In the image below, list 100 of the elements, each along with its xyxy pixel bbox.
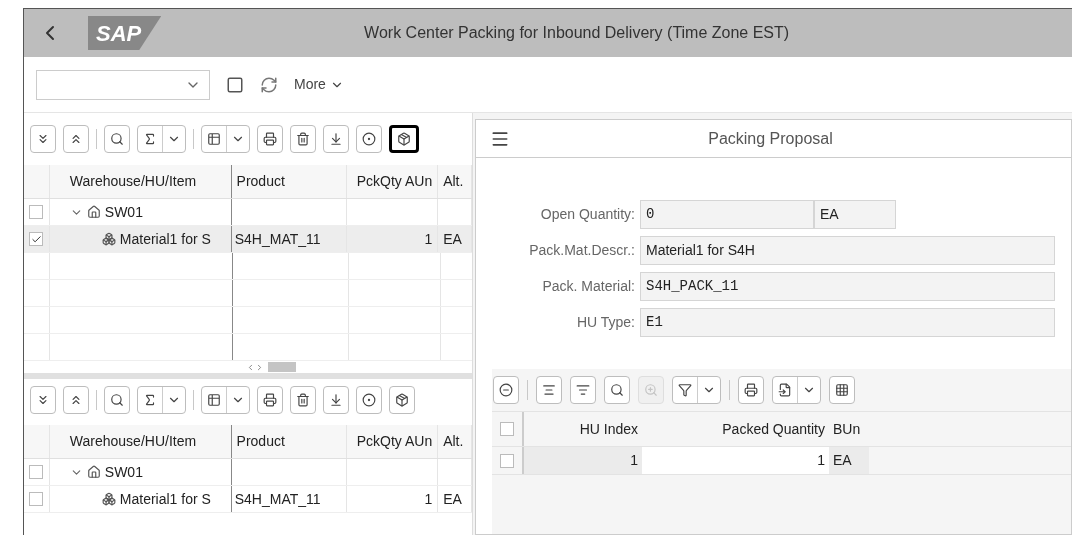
expand-all-icon (36, 393, 50, 407)
input-field[interactable]: S4H_PACK_11 (640, 272, 1055, 301)
toolbar-button[interactable] (829, 376, 855, 404)
column-header[interactable]: HU Index (524, 412, 642, 446)
refresh-icon[interactable] (260, 75, 278, 94)
filter-icon (678, 383, 692, 397)
arrow-down-icon (329, 393, 343, 407)
field-label: Pack. Material: (541, 277, 636, 296)
split-toolbar-button[interactable] (201, 386, 250, 414)
item-label: SW01 (104, 462, 143, 482)
window-title: Work Center Packing for Inbound Delivery (Time Zone EST) (363, 23, 791, 43)
toolbar-button[interactable] (389, 386, 415, 414)
item-label: Material1 for S (119, 229, 211, 249)
collapse-all-icon (69, 393, 83, 407)
minus-circle-icon (499, 383, 513, 397)
input-field[interactable]: 0 (640, 200, 814, 229)
print-icon (263, 393, 277, 407)
column-header[interactable]: Warehouse/HU/Item (49, 165, 232, 198)
sigma-icon (143, 132, 157, 146)
expand-all-icon (36, 132, 50, 146)
trash-icon (296, 393, 310, 407)
checkbox[interactable] (29, 205, 44, 219)
zoom-in-icon (644, 383, 658, 397)
toolbar-button[interactable] (290, 386, 316, 414)
check-icon (30, 233, 42, 245)
more-menu[interactable]: More (294, 74, 344, 95)
column-header[interactable]: Warehouse/HU/Item (49, 425, 232, 458)
panel-title: Packing Proposal (707, 128, 834, 149)
checkbox[interactable] (500, 422, 514, 436)
input-field[interactable]: E1 (640, 308, 1055, 337)
checkbox[interactable] (29, 465, 44, 479)
table-cell: EA (829, 447, 869, 474)
arrow-down-icon (329, 132, 343, 146)
search-icon (610, 383, 624, 397)
field-label: Pack.Mat.Descr.: (528, 241, 636, 260)
house-icon (86, 465, 101, 479)
toolbar-button[interactable] (356, 386, 382, 414)
table-cell-text: 1 (424, 489, 433, 509)
table-cell-text: 1 (424, 229, 433, 249)
table-row[interactable]: Material1 for S S4H_MAT_11 1 EA (24, 486, 472, 513)
align-center-icon (542, 383, 556, 397)
table-cell-text: EA (443, 489, 462, 509)
sigma-icon (143, 393, 157, 407)
column-header[interactable]: BUn (829, 412, 869, 446)
table-cell-text: S4H_MAT_11 (234, 229, 321, 249)
package-icon (397, 132, 411, 146)
checkbox[interactable] (500, 453, 514, 468)
column-header[interactable]: Alt. (438, 165, 472, 198)
toolbar-button[interactable] (257, 386, 283, 414)
print-icon (263, 132, 277, 146)
field-label: HU Type: (575, 313, 636, 332)
toolbar-button[interactable] (356, 125, 382, 153)
product-icon (101, 232, 116, 246)
toolbar-button[interactable] (389, 125, 419, 153)
house-icon (86, 205, 101, 219)
column-header[interactable]: Alt. (438, 425, 472, 458)
table-row[interactable]: SW01 (24, 199, 472, 226)
table-cell-text: S4H_MAT_11 (234, 489, 321, 509)
toolbar-button[interactable] (493, 376, 519, 404)
column-header[interactable]: Packed Quantity (642, 412, 829, 446)
split-toolbar-button[interactable] (201, 125, 250, 153)
table-settings-icon (207, 393, 221, 407)
scrollbar-thumb[interactable] (268, 362, 296, 372)
dropdown-field[interactable] (36, 69, 210, 100)
print-icon (744, 383, 758, 397)
package-icon (395, 393, 409, 407)
column-header[interactable]: Product (231, 425, 347, 458)
column-header[interactable]: PckQty AUn (346, 425, 439, 458)
search-icon (110, 132, 124, 146)
table-row[interactable]: Material1 for S S4H_MAT_11 1 EA (24, 226, 472, 253)
item-label: Material1 for S (119, 489, 211, 509)
split-toolbar-button[interactable] (772, 376, 821, 404)
product-icon (101, 492, 116, 506)
split-toolbar-button[interactable] (137, 386, 186, 414)
toolbar-button[interactable] (257, 125, 283, 153)
table-row[interactable]: SW01 (24, 459, 472, 486)
list-filter-icon (576, 383, 590, 397)
checkbox[interactable] (29, 232, 44, 246)
column-header[interactable]: PckQty AUn (346, 165, 439, 198)
field-label: Open Quantity: (539, 205, 636, 224)
table-cell[interactable]: 1 (642, 447, 829, 474)
toolbar-button[interactable] (738, 376, 764, 404)
trash-icon (296, 132, 310, 146)
toolbar-button[interactable] (290, 125, 316, 153)
table-cell-text: EA (443, 229, 462, 249)
split-toolbar-button[interactable] (672, 376, 721, 404)
grid-icon (835, 383, 849, 397)
table-settings-icon (207, 132, 221, 146)
logo: SAP (88, 16, 162, 50)
split-toolbar-button[interactable] (137, 125, 186, 153)
search-icon (110, 393, 124, 407)
checkbox[interactable] (29, 492, 44, 506)
column-header[interactable]: Product (231, 165, 347, 198)
square-icon[interactable] (226, 75, 244, 94)
unit-field[interactable]: EA (814, 200, 896, 229)
table-cell: 1 (524, 447, 642, 474)
collapse-all-icon (69, 132, 83, 146)
item-label: SW01 (104, 202, 143, 222)
input-field[interactable]: Material1 for S4H (640, 236, 1055, 265)
export-icon (778, 383, 792, 397)
